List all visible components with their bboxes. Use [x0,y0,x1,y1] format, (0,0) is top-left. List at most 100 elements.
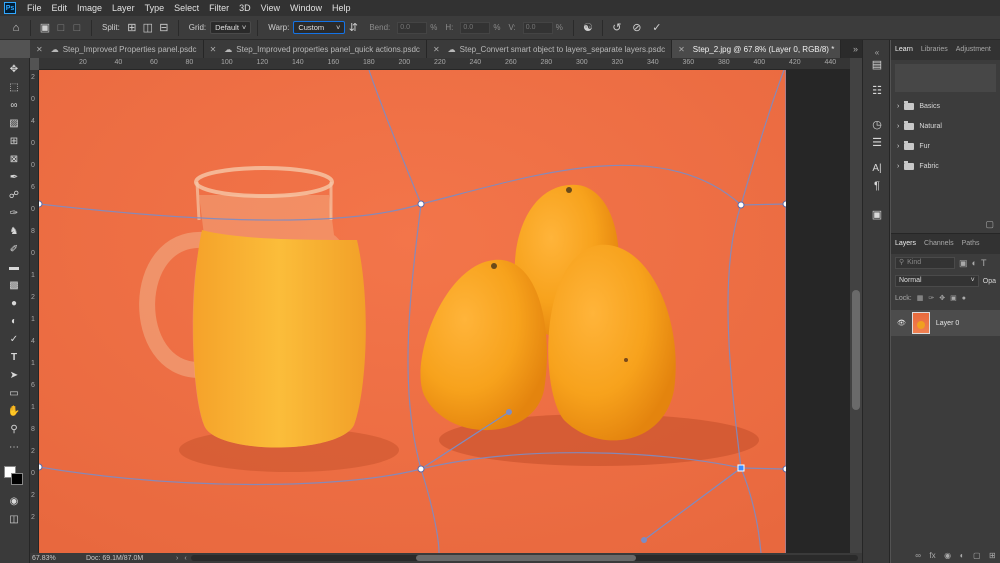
type-filter-icon[interactable]: T [981,258,987,268]
brush-group[interactable]: › Natural [891,116,1000,136]
menu-type[interactable]: Type [140,0,170,16]
zoom-tool-icon[interactable]: ⚲ [6,422,22,437]
chevron-right-icon[interactable]: › [897,143,899,150]
close-icon[interactable]: ✕ [678,45,685,54]
paint-bucket-tool-icon[interactable]: ▩ [6,278,22,293]
menu-help[interactable]: Help [327,0,356,16]
brush-group[interactable]: › Basics [891,96,1000,116]
tab-paths[interactable]: Paths [958,234,984,254]
tab-libraries[interactable]: Libraries [917,40,952,60]
tab-adjustment[interactable]: Adjustment [952,40,995,60]
menu-filter[interactable]: Filter [204,0,234,16]
horizontal-scrollbar[interactable] [190,555,858,561]
selected-warp-anchor[interactable] [737,464,745,472]
lasso-tool-icon[interactable]: ∞ [6,98,22,113]
split-crosswise-icon[interactable]: ⊞ [124,20,140,36]
frame-tool-icon[interactable]: ⊠ [6,152,22,167]
lock-pixels-icon[interactable]: ✑ [928,294,934,302]
eraser-tool-icon[interactable]: ▬ [6,260,22,275]
bend-field[interactable]: 0.0 [397,21,428,34]
close-icon[interactable]: ✕ [210,45,217,54]
scroll-left-icon[interactable]: ‹ [184,555,186,562]
menu-layer[interactable]: Layer [107,0,140,16]
dodge-tool-icon[interactable]: ◐ [6,314,22,329]
quick-mask-icon[interactable]: ◉ [6,494,22,509]
chevron-right-icon[interactable]: › [176,555,178,562]
kind-filter[interactable]: ⚲ Kind [895,257,955,269]
layer-name[interactable]: Layer 0 [936,320,959,327]
eye-icon[interactable]: 👁 [897,319,906,327]
cancel-icon[interactable]: ⊘ [629,20,645,36]
healing-brush-tool-icon[interactable]: ☍ [6,188,22,203]
document-image[interactable] [39,70,786,553]
split-horizontal-icon[interactable]: ⊟ [156,20,172,36]
clone-stamp-tool-icon[interactable]: ♞ [6,224,22,239]
reference-point-icon[interactable]: ▣ [37,20,53,36]
canvas-area[interactable] [39,70,850,553]
brush-group[interactable]: › Fabric [891,156,1000,176]
path-selection-tool-icon[interactable]: ➤ [6,368,22,383]
adjustments-panel-icon[interactable]: ◷ [869,116,885,132]
menu-select[interactable]: Select [169,0,204,16]
adjustment-filter-icon[interactable]: ◐ [972,258,977,268]
close-icon[interactable]: ✕ [36,45,43,54]
lock-position-icon[interactable]: ✥ [939,294,945,302]
type-tool-icon[interactable]: T [6,350,22,365]
eyedropper-tool-icon[interactable]: ✒ [6,170,22,185]
zoom-level[interactable]: 67.83% [30,555,86,562]
home-icon[interactable]: ⌂ [8,20,24,36]
screen-mode-icon[interactable]: ◫ [6,512,22,527]
crop-tool-icon[interactable]: ⊞ [6,134,22,149]
tab-learn[interactable]: Learn [891,40,917,60]
marquee-tool-icon[interactable]: ⬚ [6,80,22,95]
double-chevron-right-icon[interactable]: » [853,40,862,58]
move-tool-icon[interactable]: ✥ [6,62,22,77]
adjustment-layer-icon[interactable]: ◐ [960,551,965,560]
lock-all-icon[interactable]: ● [962,295,966,302]
chevron-right-icon[interactable]: › [897,163,899,170]
chevron-right-icon[interactable]: › [897,103,899,110]
horizontal-scroll-thumb[interactable] [415,555,636,561]
menu-edit[interactable]: Edit [47,0,73,16]
menu-window[interactable]: Window [285,0,327,16]
properties-panel-icon[interactable]: ☷ [869,82,885,98]
pixel-filter-icon[interactable]: ▣ [959,258,968,269]
blend-mode-select[interactable]: Normal ˅ [895,275,979,287]
reset-icon[interactable]: ↺ [609,20,625,36]
close-icon[interactable]: ✕ [433,45,440,54]
background-color-swatch[interactable] [11,473,23,485]
history-brush-tool-icon[interactable]: ✐ [6,242,22,257]
document-tab-active[interactable]: ✕ Step_2.jpg @ 67.8% (Layer 0, RGB/8) * [672,40,842,58]
new-group-icon[interactable]: ▢ [973,551,981,560]
more-tools-icon[interactable]: ⋯ [6,440,22,455]
document-tab[interactable]: ✕ ☁ Step_Improved Properties panel.psdc [30,40,204,58]
grid-select[interactable]: Default ˅ [210,21,252,34]
scroll-thumb[interactable] [852,290,860,410]
puppet-warp-icon[interactable]: ☯ [580,20,596,36]
h-field[interactable]: 0.0 [460,21,491,34]
menu-image[interactable]: Image [72,0,107,16]
hand-tool-icon[interactable]: ✋ [6,404,22,419]
fx-icon[interactable]: fx [929,551,935,560]
tab-layers[interactable]: Layers [891,234,920,254]
menu-3d[interactable]: 3D [234,0,256,16]
menu-file[interactable]: File [22,0,47,16]
rectangle-tool-icon[interactable]: ▭ [6,386,22,401]
brush-group[interactable]: › Fur [891,136,1000,156]
character-panel-icon[interactable]: A| [869,160,885,176]
new-layer-icon[interactable]: ⊞ [989,551,996,560]
pen-tool-icon[interactable]: ✓ [6,332,22,347]
paragraph-panel-icon[interactable]: ¶ [869,178,885,194]
link-layers-icon[interactable]: ∞ [915,551,921,560]
lock-artboard-icon[interactable]: ▣ [950,294,957,302]
new-folder-icon[interactable]: ▢ [985,219,994,230]
split-vertical-icon[interactable]: ◫ [140,20,156,36]
chevron-right-icon[interactable]: › [897,123,899,130]
sliders-panel-icon[interactable]: ☰ [869,134,885,150]
commit-check-icon[interactable]: ✓ [649,20,665,36]
brush-tool-icon[interactable]: ✑ [6,206,22,221]
glyphs-panel-icon[interactable]: ▣ [869,206,885,222]
warp-select[interactable]: Custom ˅ [293,21,346,34]
history-panel-icon[interactable]: ▤ [869,56,885,72]
document-tab[interactable]: ✕ ☁ Step_Convert smart object to layers_… [426,40,673,58]
